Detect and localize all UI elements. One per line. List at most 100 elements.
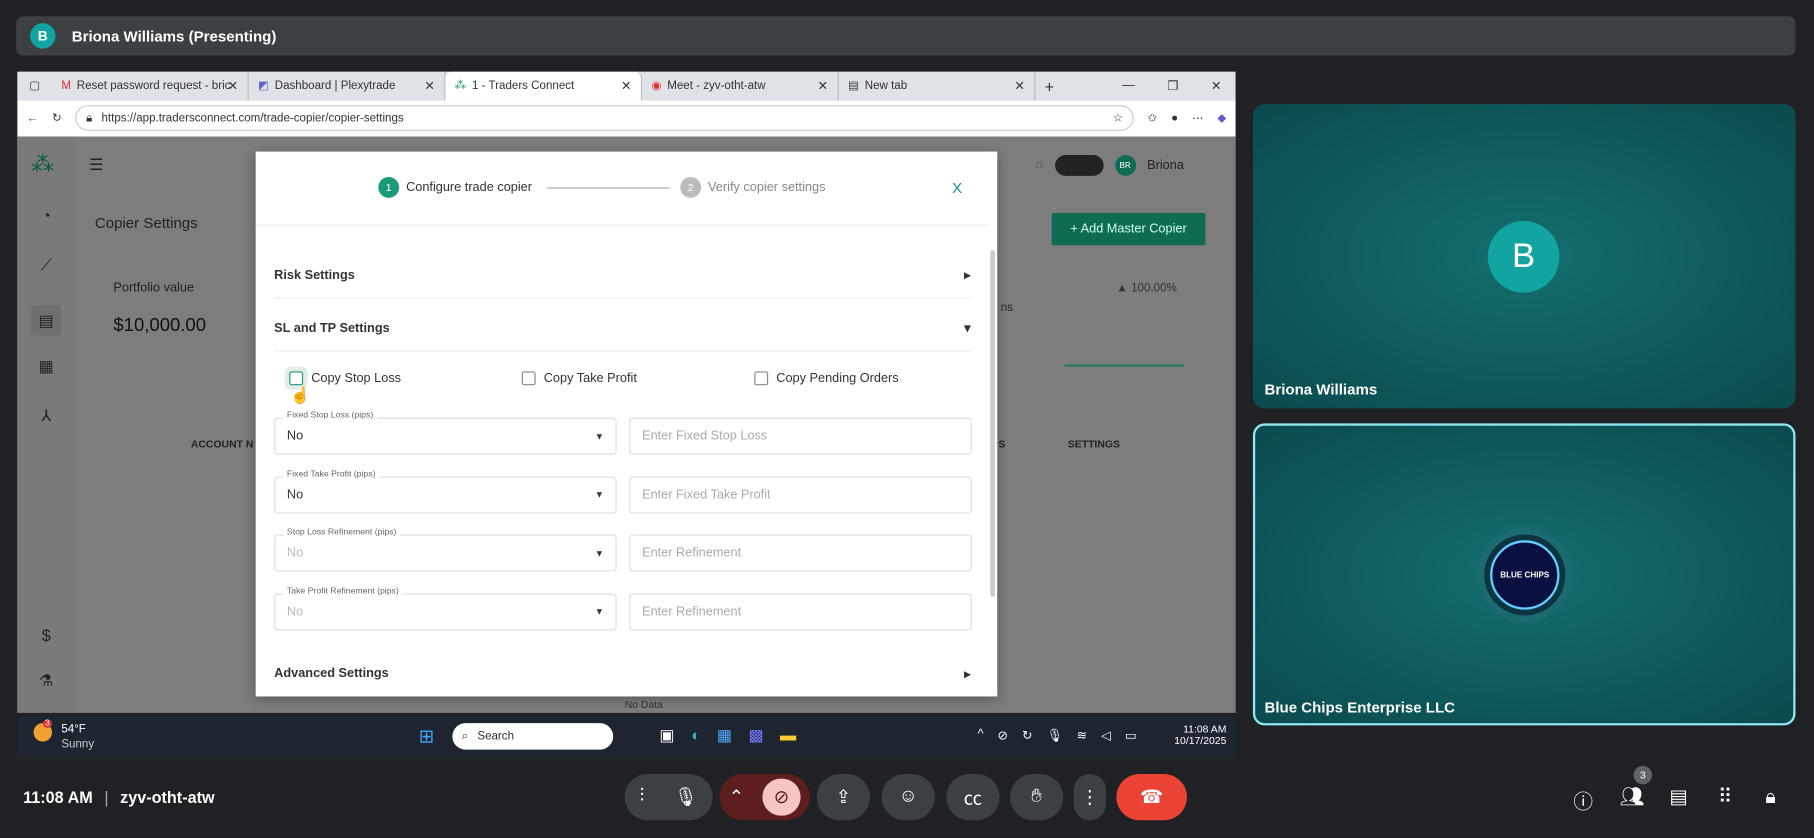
profile-icon[interactable]: ● [1171,112,1178,125]
section-title: Risk Settings [274,267,355,282]
battery-icon[interactable]: ▭ [1125,728,1137,743]
edge-icon[interactable]: ◐ [691,725,701,745]
pips-input[interactable]: Enter Refinement [629,534,972,572]
store-icon[interactable]: ▦ [717,725,732,745]
tray-chevron-icon[interactable]: ^ [978,728,984,743]
people-icon[interactable]: 👥︎ [1620,786,1645,809]
modal-scrollbar[interactable] [990,249,995,597]
pips-select[interactable]: No ▼ [274,476,617,514]
dropdown-caret-icon: ▼ [594,547,604,559]
copy-stop-loss-checkbox[interactable]: Copy Stop Loss [289,371,401,386]
windows-start-icon[interactable]: ⊞ [419,725,435,748]
captions-icon: ㏄ [963,790,983,810]
sl-tp-settings-section[interactable]: SL and TP Settings ▾ [274,305,971,352]
theme-toggle[interactable] [1054,155,1104,176]
back-icon[interactable]: ← [27,112,39,125]
user-avatar[interactable]: BR [1114,155,1136,176]
chart-icon[interactable]: ⟋ [36,256,57,277]
pips-input[interactable]: Enter Fixed Take Profit [629,476,972,514]
restore-icon[interactable]: ❐ [1167,79,1178,94]
clock[interactable]: 11:08 AM 10/17/2025 [1174,723,1226,746]
close-tab-icon[interactable]: ✕ [818,79,829,94]
refresh-icon[interactable]: ↻ [52,112,62,125]
pips-select[interactable]: No ▼ [274,534,617,572]
checkbox-label: Copy Pending Orders [776,371,899,386]
reactions-button[interactable]: ☺ [881,773,935,821]
wifi-icon[interactable]: ≋ [1077,728,1088,743]
camera-off-icon[interactable]: ⊘ [762,778,801,816]
participant-tile-blue-chips[interactable]: BLUE CHIPS Blue Chips Enterprise LLC [1252,423,1796,726]
lab-icon[interactable]: ⚗ [36,671,57,692]
tab-meet[interactable]: ◉ Meet - zyv-otht-atw ✕ [642,71,839,101]
raise-hand-button[interactable]: ✋︎ [1009,773,1064,821]
present-button[interactable]: ⇪ [816,773,870,821]
meeting-details-icon[interactable]: ⓘ [1573,786,1593,815]
chevron-up-icon[interactable]: ⌃ [729,786,745,809]
close-tab-icon[interactable]: ✕ [1014,79,1025,94]
tab-gmail[interactable]: M Reset password request - bric ✕ [52,71,249,101]
teams-icon[interactable]: ▩ [748,725,763,745]
address-bar[interactable]: 🔒︎ https://app.tradersconnect.com/trade-c… [75,105,1134,131]
task-view-icon[interactable]: ▣ [659,725,674,745]
pips-input[interactable]: Enter Fixed Stop Loss [629,417,972,455]
close-modal-button[interactable]: X [952,179,962,196]
favorites-icon[interactable]: ✩ [1147,112,1157,125]
copilot-icon[interactable]: ◆ [1217,112,1226,125]
chat-icon[interactable]: ▤ [1669,786,1688,809]
user-name[interactable]: Briona [1147,158,1184,172]
tab-new[interactable]: ▤ New tab ✕ [839,71,1036,101]
more-vert-icon: ⋮ [1080,787,1100,808]
taskbar-search[interactable]: ⌕ Search [452,723,614,750]
copy-pending-orders-checkbox[interactable]: Copy Pending Orders [754,371,899,386]
field-label: Fixed Take Profit (pips) [283,467,379,479]
tab-plexytrade[interactable]: ◩ Dashboard | Plexytrade ✕ [249,71,446,101]
trade-copier-modal: 1 Configure trade copier 2 Verify copier s… [255,151,998,697]
advanced-settings-section[interactable]: Advanced Settings ▸ [274,650,970,696]
pips-select[interactable]: No ▼ [274,417,617,455]
copy-take-profit-checkbox[interactable]: Copy Take Profit [521,371,637,386]
host-controls-icon[interactable]: 🔒︎ [1765,786,1775,809]
add-master-copier-button[interactable]: + Add Master Copier [1051,212,1206,246]
volume-icon[interactable]: ◁ [1101,728,1111,743]
file-explorer-icon[interactable]: ▬ [780,725,796,745]
presenter-avatar: B [30,23,56,49]
tab-label: Meet - zyv-otht-atw [667,79,766,93]
menu-toggle-icon[interactable]: ☰ [89,155,104,175]
close-tab-icon[interactable]: ✕ [621,79,632,94]
activities-icon[interactable]: ⠿ [1718,786,1732,809]
calendar-icon[interactable]: ▦ [36,356,57,377]
risk-settings-section[interactable]: Risk Settings ▸ [274,252,971,299]
mic-icon[interactable]: 🎙︎ [1047,728,1063,743]
tab-traders-connect[interactable]: ⁂ 1 - Traders Connect ✕ [445,71,643,101]
microphone-icon[interactable]: 🎙︎ [674,786,697,809]
close-tab-icon[interactable]: ✕ [424,79,435,94]
chevron-right-icon: ▸ [964,268,971,283]
close-window-icon[interactable]: ✕ [1211,79,1222,94]
sync-icon[interactable]: ↻ [1022,728,1033,743]
chevron-down-icon: ▾ [964,321,971,336]
favorite-star-icon[interactable]: ☆ [1113,112,1133,125]
captions-button[interactable]: ㏄ [946,773,1000,821]
participant-tile-briona[interactable]: B Briona Williams [1252,104,1796,409]
network-icon[interactable]: ⅄ [36,406,57,427]
camera-control[interactable]: ⌃ ⊘ [719,773,810,821]
chat-icon[interactable]: ◌ [1035,158,1043,172]
dropdown-caret-icon: ▼ [594,606,604,617]
tray-icon[interactable]: ⊘ [997,728,1008,743]
leave-call-button[interactable]: ☎ [1116,773,1187,821]
dollar-icon[interactable]: $ [36,626,57,647]
pips-input[interactable]: Enter Refinement [629,592,972,630]
tab-actions-icon[interactable]: ▢ [17,80,52,93]
close-tab-icon[interactable]: ✕ [228,79,239,94]
pips-select[interactable]: No ▼ [274,592,617,630]
checkbox-label: Copy Take Profit [543,371,637,386]
copier-icon[interactable]: ▤ [31,305,62,336]
dashboard-icon[interactable]: ◔ [36,206,57,227]
tab-strip: ▢ M Reset password request - bric ✕ ◩ Dashb… [17,71,1236,101]
more-options-button[interactable]: ⋮ [1073,773,1106,821]
microphone-control[interactable]: ⫶ 🎙︎ [624,773,713,821]
minimize-icon[interactable]: — [1122,79,1135,94]
new-tab-button[interactable]: + [1045,77,1054,96]
more-icon[interactable]: ⋯ [1192,112,1204,125]
app-page: ⁂ ◔ ⟋ ▤ ▦ ⅄ $ ⚗ ☰ Copier Settings + Add … [17,136,1236,713]
